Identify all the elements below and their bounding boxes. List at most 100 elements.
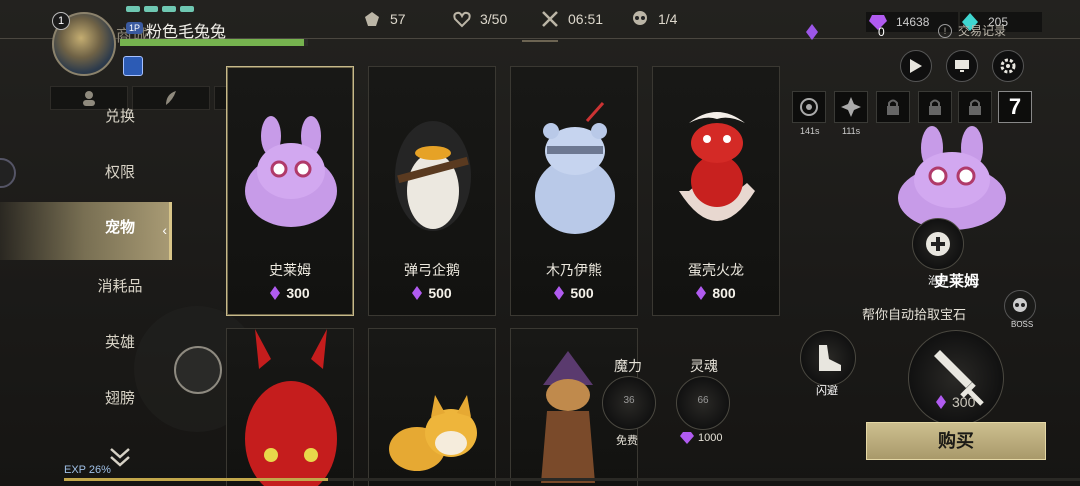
pet-price: 500 — [369, 285, 495, 301]
boot-icon — [819, 345, 841, 371]
dodge-button[interactable] — [800, 330, 856, 386]
crossed-swords-icon — [542, 11, 558, 27]
boss-skull-icon — [1013, 298, 1027, 312]
hp-bar — [120, 39, 308, 46]
gem-icon — [936, 395, 946, 409]
pet-card-eggshell-dragon[interactable]: 蛋壳火龙 800 — [652, 66, 780, 316]
menu-consumables[interactable]: 消耗品 — [60, 272, 180, 302]
settings-button[interactable] — [992, 50, 1024, 82]
gem-icon — [680, 432, 694, 444]
buy-button[interactable]: 购买 — [866, 422, 1046, 460]
soul-skill[interactable]: 66 — [676, 376, 730, 430]
item-slot-2[interactable] — [834, 91, 868, 123]
pet-name: 弹弓企鹅 — [404, 262, 460, 278]
menu-privileges[interactable]: 权限 — [60, 158, 180, 188]
dodge-label: 闪避 — [816, 385, 838, 397]
pet-price-value: 500 — [570, 285, 594, 301]
play-button[interactable] — [900, 50, 932, 82]
hp-fill — [120, 39, 305, 46]
power-value: 57 — [390, 11, 406, 27]
timer-stat: 06:51 — [540, 8, 603, 30]
star-burst-icon — [841, 97, 861, 117]
mana-skill[interactable]: 36 — [602, 376, 656, 430]
gem-icon — [554, 286, 565, 300]
chevron-left-icon: ‹ — [162, 222, 167, 238]
pet-card-slime[interactable]: 史莱姆 300 — [226, 66, 354, 316]
rank-pips — [126, 6, 194, 12]
soul-value: 66 — [697, 395, 709, 406]
joystick-knob[interactable] — [174, 346, 222, 394]
gear-icon — [1000, 58, 1016, 74]
power-stat: 57 — [362, 8, 406, 30]
chevron-down-icon[interactable] — [108, 446, 132, 468]
health-value: 3/50 — [480, 11, 508, 27]
screen-button[interactable] — [946, 50, 978, 82]
pet-name: 木乃伊熊 — [546, 262, 602, 278]
left-edge-button[interactable] — [0, 158, 16, 188]
mummy-bear-image — [535, 102, 615, 234]
heal-plus-icon — [926, 232, 950, 256]
locked-slot-3[interactable] — [958, 91, 992, 123]
boss-label: BOSS — [1011, 320, 1034, 329]
soul-cost: 1000 — [680, 432, 722, 444]
soul-label: 灵魂 — [690, 358, 718, 374]
buy-price: 300 — [936, 394, 975, 410]
gem-icon — [412, 286, 423, 300]
kills-value: 1/4 — [658, 11, 678, 27]
red-dragon-image — [245, 329, 337, 486]
kills-stat: 1/4 — [630, 8, 677, 30]
pet-card-shiba[interactable] — [368, 328, 496, 486]
mana-value: 36 — [623, 395, 635, 406]
menu-pets[interactable]: 宠物 ‹ — [0, 202, 172, 260]
spiral-icon — [800, 98, 818, 116]
selected-pet-preview — [898, 126, 1006, 230]
skull-icon — [633, 11, 647, 25]
pet-card-red-dragon[interactable] — [226, 328, 354, 486]
wizard-cat-image — [541, 351, 595, 483]
pet-price: 500 — [511, 285, 637, 301]
pet-price-value: 500 — [428, 285, 452, 301]
penguin-image — [395, 121, 471, 231]
heart-icon — [453, 11, 471, 28]
trade-record-label: 交易记录 — [958, 24, 1007, 38]
mana-label: 魔力 — [614, 358, 642, 374]
pet-name: 蛋壳火龙 — [688, 262, 744, 278]
pet-card-mummy-bear[interactable]: 木乃伊熊 500 — [510, 66, 638, 316]
menu-exchange[interactable]: 兑换 — [60, 102, 180, 132]
pet-price-value: 300 — [286, 285, 310, 301]
pet-price: 300 — [227, 285, 353, 301]
health-stat: 3/50 — [452, 8, 507, 30]
fist-icon — [365, 12, 379, 26]
purple-gems-value: 0 — [878, 25, 885, 39]
gem-icon — [696, 286, 707, 300]
heal-button[interactable] — [912, 218, 964, 270]
exp-label: EXP 26% — [64, 464, 111, 476]
detail-name: 史莱姆 — [934, 273, 980, 290]
top-ornament — [522, 34, 558, 42]
player-level: 1 — [52, 12, 70, 30]
exp-fill — [64, 478, 329, 481]
timer-value: 06:51 — [568, 11, 604, 27]
pet-price-value: 800 — [712, 285, 736, 301]
play-icon — [910, 59, 922, 73]
cooldown-2: 111s — [842, 126, 861, 136]
boss-button[interactable] — [1004, 290, 1036, 322]
item-slot-1[interactable] — [792, 91, 826, 123]
pet-price: 800 — [653, 285, 779, 301]
player-badge: 1P — [126, 22, 144, 34]
lock-icon — [969, 99, 981, 115]
purple-gem-counter: 0 — [806, 22, 902, 42]
cooldown-1: 141s — [800, 126, 820, 136]
attack-button[interactable] — [908, 330, 1004, 426]
small-gem-icon — [806, 24, 818, 40]
trade-record-link[interactable]: ! 交易记录 — [938, 22, 1006, 39]
gem-icon — [270, 286, 281, 300]
info-icon: ! — [938, 23, 952, 38]
exp-bar — [64, 478, 1080, 481]
locked-slot-1[interactable] — [876, 91, 910, 123]
pet-card-penguin[interactable]: 弹弓企鹅 500 — [368, 66, 496, 316]
locked-slot-2[interactable] — [918, 91, 952, 123]
lock-icon — [929, 99, 941, 115]
slot-counter[interactable]: 7 — [998, 91, 1032, 123]
monitor-icon — [955, 60, 969, 72]
